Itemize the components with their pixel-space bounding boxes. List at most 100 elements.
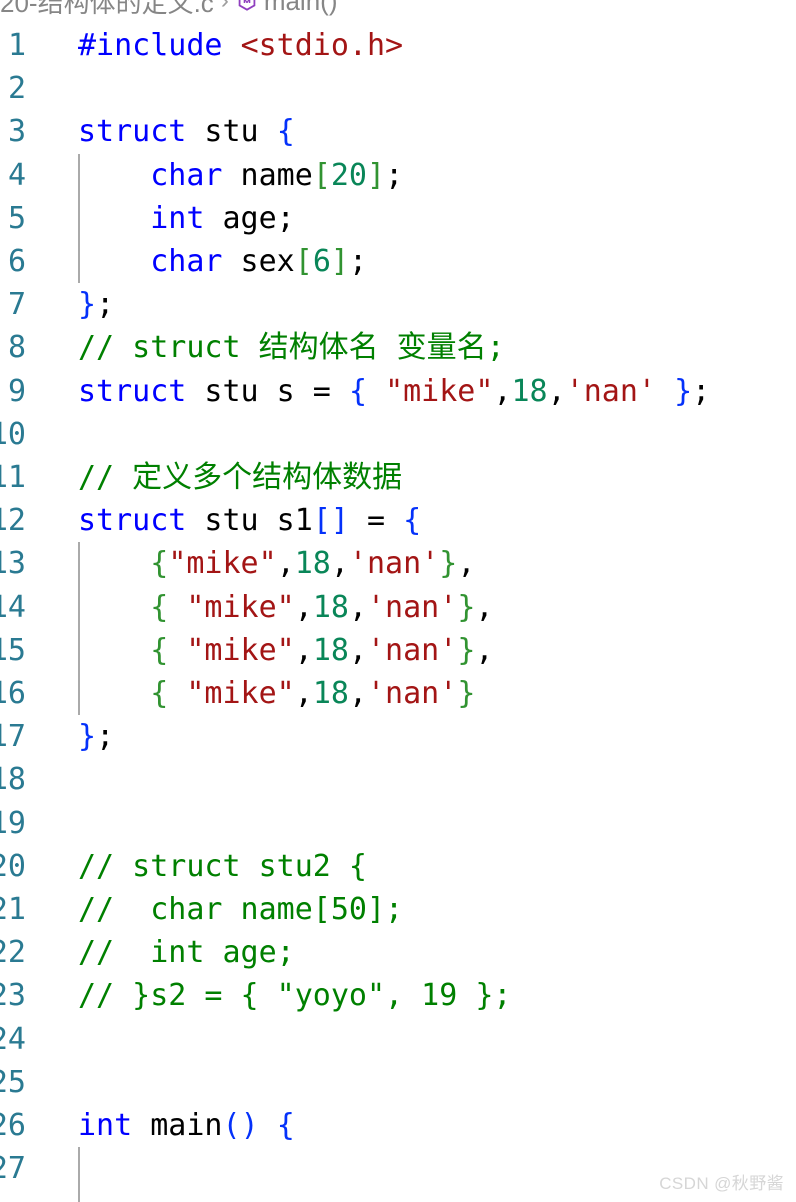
line-content[interactable]: #include <stdio.h> [78, 24, 403, 67]
token-bracket: { [150, 589, 169, 625]
token-bracket: { [150, 632, 169, 668]
line-number: 7 [7, 287, 26, 323]
code-line[interactable]: 17 }; [0, 715, 796, 758]
code-editor-area[interactable]: 1 #include <stdio.h> 2 3 struct stu { 4 … [0, 24, 796, 1202]
token-number: 18 [511, 373, 548, 409]
code-line[interactable]: 19 [0, 802, 796, 845]
line-content[interactable]: int age; [78, 197, 295, 240]
token-identifier: stu [186, 114, 277, 150]
token-identifier: stu s = [186, 373, 349, 409]
code-line[interactable]: 12 struct stu s1[] = { [0, 499, 796, 542]
token-punctuation: , [348, 632, 367, 668]
line-content[interactable]: struct stu s1[] = { [78, 499, 421, 542]
line-number: 16 [0, 676, 26, 711]
line-content[interactable]: char sex[6]; [78, 240, 367, 283]
code-line[interactable]: 10 [0, 413, 796, 456]
code-line[interactable]: 15 { "mike",18,'nan'}, [0, 629, 796, 672]
line-number: 8 [7, 330, 26, 366]
line-content[interactable]: char name[20]; [78, 154, 403, 197]
code-line[interactable]: 2 [0, 67, 796, 110]
line-number: 14 [0, 589, 26, 625]
token-string: 'nan' [348, 546, 440, 582]
token-punctuation: , [330, 546, 349, 582]
token-keyword: struct [78, 373, 187, 409]
code-line[interactable]: 18 [0, 758, 796, 801]
vscode-editor-window: 20-结构体的定义.c › main() 1 #include <stdio.h… [0, 0, 796, 1202]
token-bracket: { [403, 503, 422, 539]
breadcrumb-file-name[interactable]: 20-结构体的定义.c [0, 0, 214, 20]
line-number: 19 [0, 805, 26, 841]
token-comment: // }s2 = { "yoyo", 19 }; [78, 978, 512, 1014]
line-content[interactable]: int main() { [78, 1104, 295, 1147]
token-number: 18 [294, 546, 331, 582]
token-string: 'nan' [367, 632, 458, 668]
breadcrumb[interactable]: 20-结构体的定义.c › main() [0, 0, 338, 18]
token-punctuation: ; [96, 287, 115, 323]
breadcrumb-symbol-name[interactable]: main() [264, 0, 338, 17]
line-content[interactable]: // 定义多个结构体数据 [78, 456, 402, 499]
token-header: <stdio.h> [240, 28, 404, 63]
line-content[interactable]: // int age; [78, 931, 295, 974]
line-content[interactable]: // char name[50]; [78, 888, 403, 931]
token-number: 20 [330, 157, 367, 193]
code-line[interactable]: 6 char sex[6]; [0, 240, 796, 283]
code-line[interactable]: 24 [0, 1018, 796, 1061]
token-punctuation: ; [348, 244, 367, 279]
code-line[interactable]: 25 [0, 1061, 796, 1104]
code-line[interactable]: 16 { "mike",18,'nan'} [0, 672, 796, 715]
code-line[interactable]: 1 #include <stdio.h> [0, 24, 796, 67]
line-number: 18 [0, 762, 26, 798]
token-bracket: } [457, 589, 476, 625]
token-comment: // struct stu2 { [78, 848, 367, 884]
line-content[interactable]: }; [78, 283, 114, 326]
code-line[interactable]: 23 // }s2 = { "yoyo", 19 }; [0, 974, 796, 1017]
token-bracket: { [348, 373, 367, 409]
token-comment: // struct 结构体名 变量名; [78, 330, 505, 366]
line-content[interactable]: // struct stu2 { [78, 845, 367, 888]
line-content[interactable]: { "mike",18,'nan'}, [78, 629, 493, 672]
line-content[interactable]: struct stu { [78, 110, 295, 153]
code-line[interactable]: 21 // char name[50]; [0, 888, 796, 931]
token-bracket: [ [312, 503, 331, 539]
token-number: 6 [312, 244, 331, 279]
token-string: "mike" [186, 632, 295, 668]
token-keyword: char [78, 244, 223, 279]
line-number: 12 [0, 503, 26, 539]
code-line[interactable]: 11 // 定义多个结构体数据 [0, 456, 796, 499]
line-content[interactable]: { "mike",18,'nan'}, [78, 586, 493, 629]
code-line[interactable]: 9 struct stu s = { "mike",18,'nan' }; [0, 370, 796, 413]
token-punctuation: , [348, 676, 367, 711]
token-identifier: stu s1 [186, 503, 313, 539]
code-line[interactable]: 20 // struct stu2 { [0, 845, 796, 888]
line-content[interactable]: { "mike",18,'nan'} [78, 672, 475, 715]
line-number: 26 [0, 1108, 26, 1143]
token-keyword: char [78, 157, 223, 193]
line-content[interactable]: {"mike",18,'nan'}, [78, 542, 475, 585]
token-bracket: ) [240, 1108, 259, 1143]
line-content[interactable]: struct stu s = { "mike",18,'nan' }; [78, 370, 710, 413]
token-string: 'nan' [367, 676, 458, 711]
line-number: 10 [0, 416, 26, 452]
code-line[interactable]: 13 {"mike",18,'nan'}, [0, 542, 796, 585]
token-string: 'nan' [367, 589, 458, 625]
code-line[interactable]: 26 int main() { [0, 1104, 796, 1147]
token-identifier: age; [204, 200, 295, 236]
code-line[interactable]: 7 }; [0, 283, 796, 326]
token-punctuation: ; [692, 373, 711, 409]
code-line[interactable]: 22 // int age; [0, 931, 796, 974]
line-number: 9 [7, 373, 26, 409]
line-content[interactable]: // struct 结构体名 变量名; [78, 326, 505, 369]
token-bracket: [ [294, 244, 313, 279]
token-bracket: ] [367, 157, 386, 193]
code-line[interactable]: 5 int age; [0, 197, 796, 240]
code-line[interactable]: 14 { "mike",18,'nan'}, [0, 586, 796, 629]
token-punctuation: , [475, 632, 494, 668]
token-bracket: ] [330, 503, 349, 539]
code-line[interactable]: 8 // struct 结构体名 变量名; [0, 326, 796, 369]
line-content[interactable]: // }s2 = { "yoyo", 19 }; [78, 974, 511, 1017]
line-content[interactable]: }; [78, 715, 114, 758]
token-bracket: { [276, 114, 295, 150]
code-line[interactable]: 4 char name[20]; [0, 154, 796, 197]
token-bracket: } [674, 373, 693, 409]
code-line[interactable]: 3 struct stu { [0, 110, 796, 153]
